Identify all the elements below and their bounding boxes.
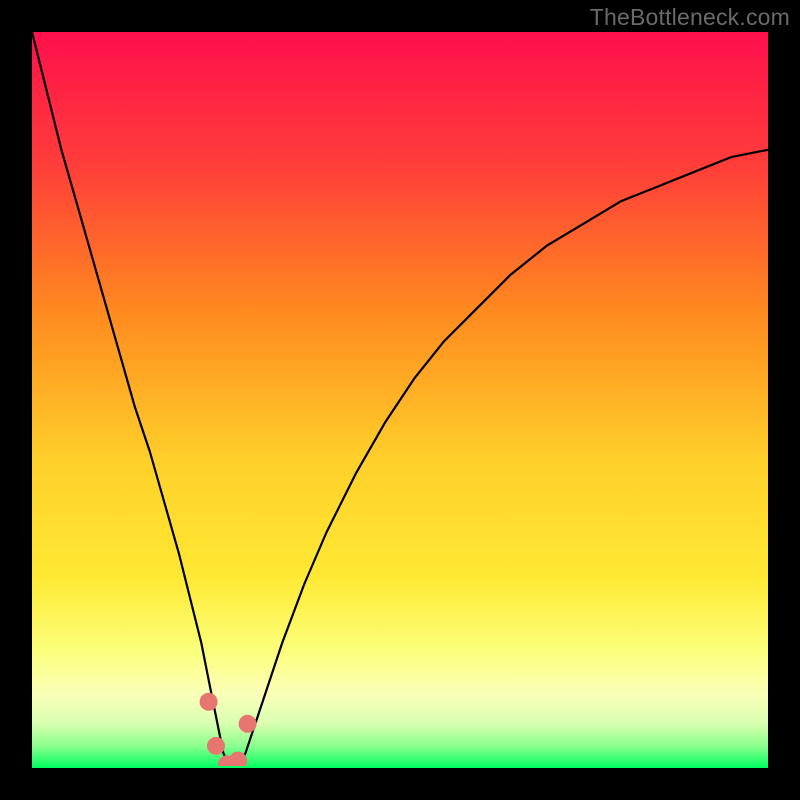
watermark-text: TheBottleneck.com [590, 4, 790, 31]
plot-area [32, 32, 768, 768]
marker-point-1 [207, 737, 225, 755]
green-baseline [32, 766, 768, 768]
marker-point-0 [200, 693, 218, 711]
marker-point-4 [239, 715, 257, 733]
chart-svg [32, 32, 768, 768]
chart-frame: TheBottleneck.com [0, 0, 800, 800]
